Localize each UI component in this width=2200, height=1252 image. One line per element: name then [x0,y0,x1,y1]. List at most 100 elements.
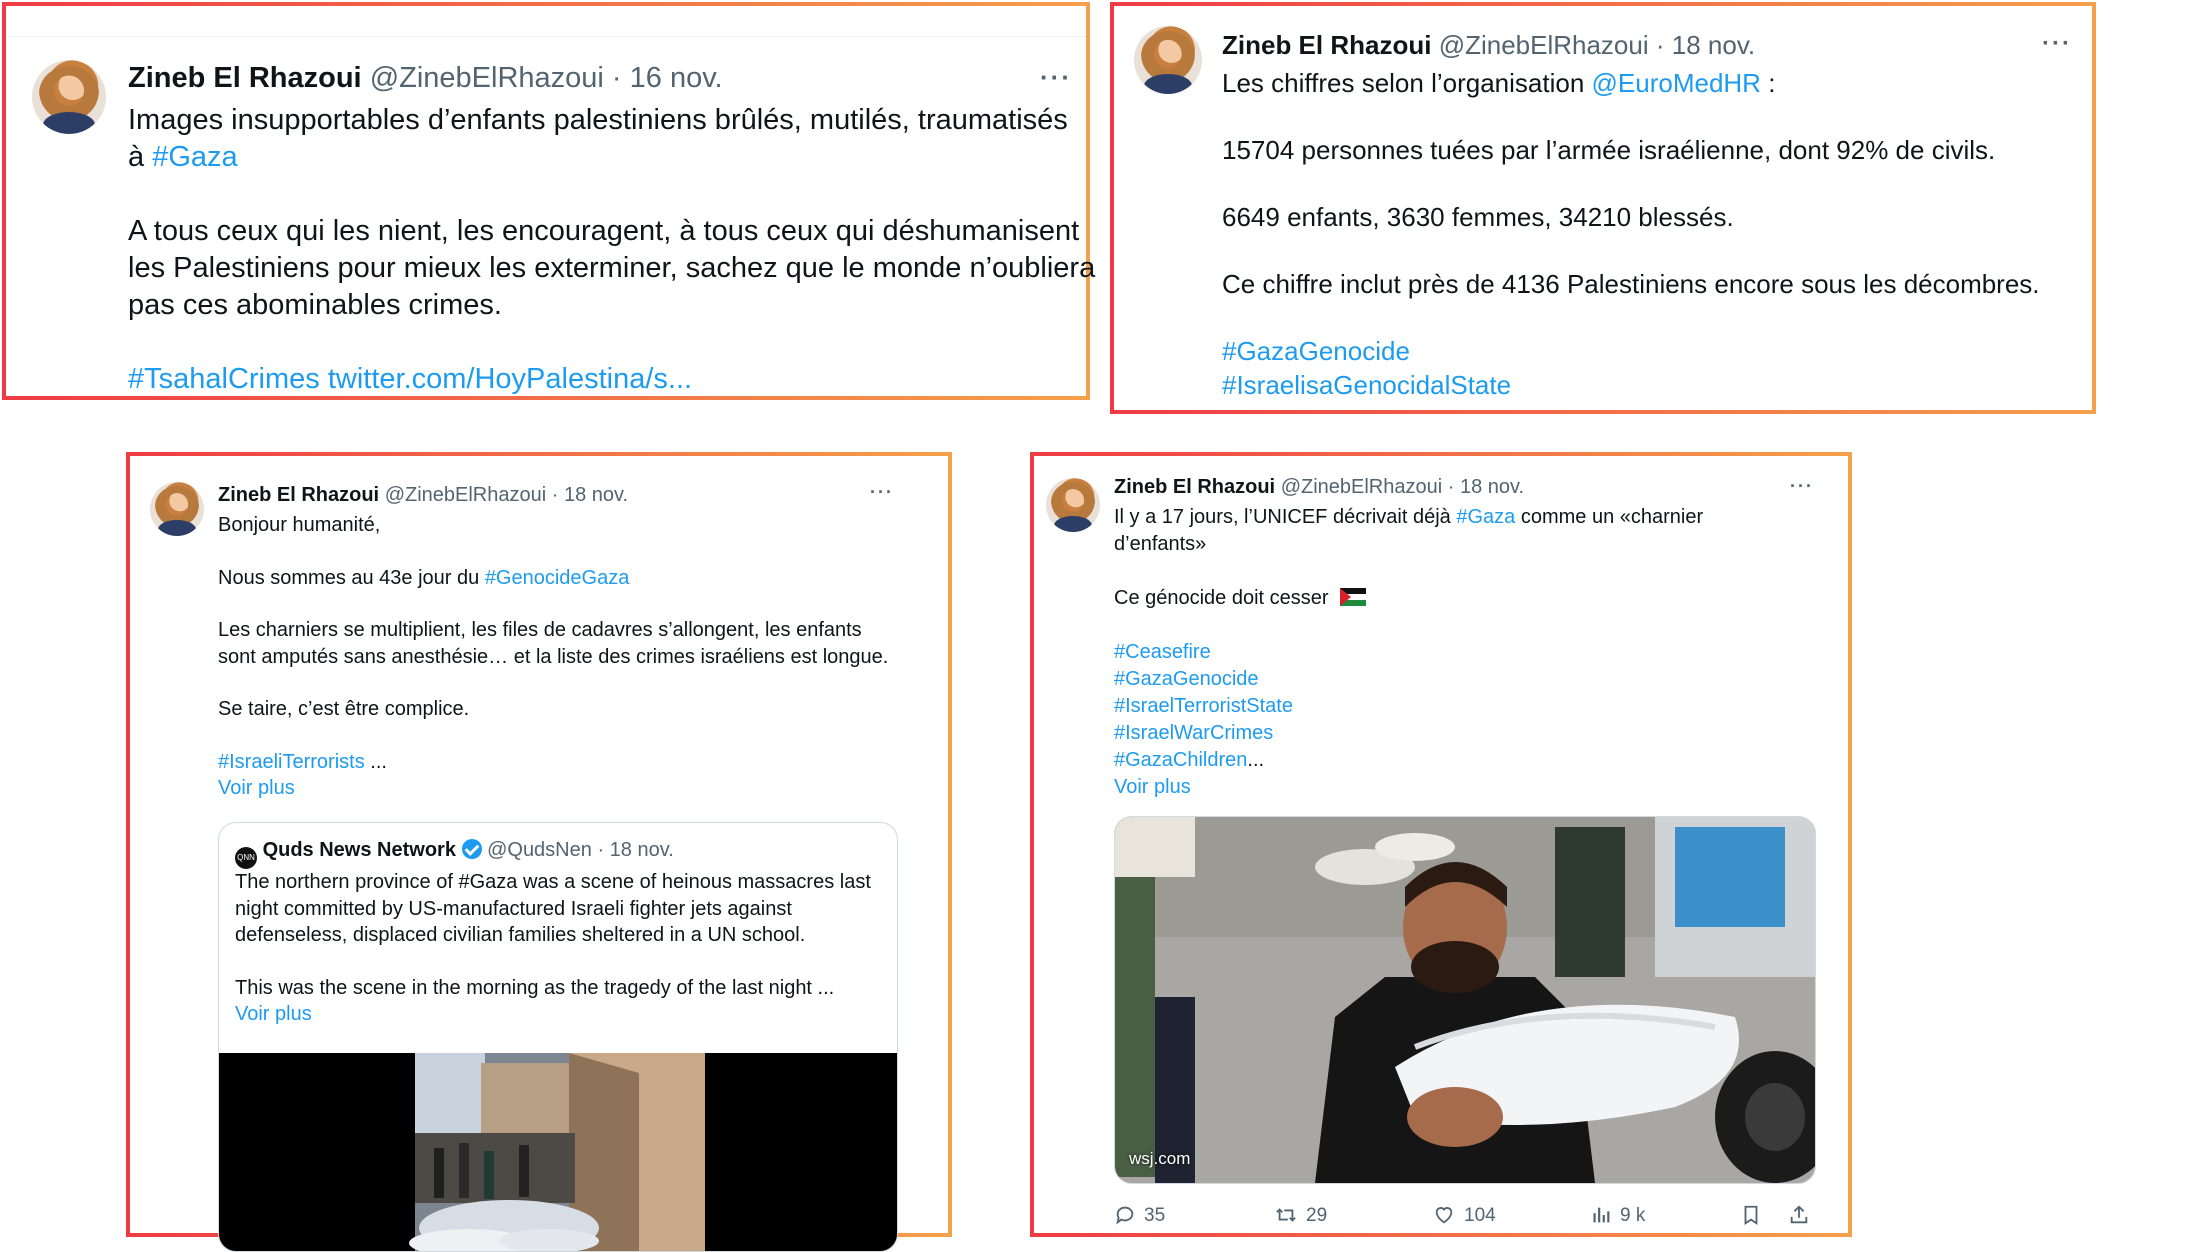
hashtag-link[interactable]: #GenocideGaza [485,567,630,589]
author-handle[interactable]: @ZinebElRhazoui [370,62,604,94]
text-line: à #Gaza [128,139,1095,176]
reply-count: 35 [1144,1205,1166,1226]
text-line: The northern province of #Gaza was a sce… [235,871,871,893]
avatar[interactable] [32,60,106,134]
author-name[interactable]: Zineb El Rhazoui [128,62,362,94]
tweet-header: Zineb El Rhazoui @ZinebElRhazoui · 18 no… [1222,30,1755,61]
text-fragment: Nous sommes au 43e jour du [218,566,485,589]
hashtag-link[interactable]: #IsraelisaGenocidalState [1222,368,2040,402]
text-line: Il y a 17 jours, l’UNICEF décrivait déjà… [1114,504,1703,531]
tweet-card-3: Zineb El Rhazoui @ZinebElRhazoui · 18 no… [126,452,952,1252]
bookmark-icon [1744,1205,1758,1225]
hashtag-link[interactable]: #GazaChildren [1114,749,1247,771]
tweet-text: Il y a 17 jours, l’UNICEF décrivait déjà… [1114,504,1703,801]
text-line: Les charniers se multiplient, les files … [218,619,862,641]
heart-icon [1435,1207,1453,1224]
text-line: d’enfants» [1114,533,1207,555]
author-handle[interactable]: @ZinebElRhazoui [1281,476,1443,498]
hashtag-url-link[interactable]: #TsahalCrimes twitter.com/HoyPalestina/s… [128,361,1095,398]
palestine-flag-icon [1340,588,1367,606]
retweet-button[interactable]: 29 [1274,1204,1327,1227]
hashtag-link[interactable]: #IsraelWarCrimes [1114,720,1703,747]
text-line: #GazaChildren... [1114,747,1703,774]
quote-video[interactable] [219,1053,897,1251]
author-name[interactable]: Zineb El Rhazoui [1114,476,1275,498]
tweet-date[interactable]: · 18 nov. [1448,476,1524,498]
video-frame-image [409,1053,705,1251]
share-button[interactable] [1788,1204,1818,1227]
quote-author-handle[interactable]: @QudsNen [487,839,592,861]
divider [6,36,1086,37]
like-count: 104 [1464,1205,1496,1226]
see-more-link[interactable]: Voir plus [235,1001,871,1028]
text-line: A tous ceux qui les nient, les encourage… [128,215,1080,247]
mention-link[interactable]: @EuroMedHR [1592,68,1761,98]
tweet-header: Zineb El Rhazoui @ZinebElRhazoui · 18 no… [218,484,628,507]
text-line: 15704 personnes tuées par l’armée israél… [1222,135,1996,165]
tweet-text: Images insupportables d’enfants palestin… [128,102,1095,398]
views-button[interactable]: 9 k [1590,1204,1645,1227]
text-line: sont amputés sans anesthésie… et la list… [218,645,889,668]
text-line: night committed by US-manufactured Israe… [235,897,792,920]
hashtag-link[interactable]: #IsraeliTerrorists [218,751,365,773]
text-line: Ce génocide doit cesser [1114,585,1703,612]
avatar[interactable] [1134,26,1202,94]
tweet-date[interactable]: · 18 nov. [1656,30,1755,60]
analytics-icon [1593,1207,1610,1223]
quoted-tweet[interactable]: QNN Quds News Network @QudsNen · 18 nov.… [218,822,898,1252]
tweet-card-4: Zineb El Rhazoui @ZinebElRhazoui · 18 no… [1030,452,1852,1237]
tweet-header: Zineb El Rhazoui @ZinebElRhazoui · 18 no… [1114,476,1524,499]
text-fragment: comme un «charnier [1515,506,1704,528]
retweet-count: 29 [1306,1205,1328,1226]
link-card-image[interactable]: wsj.com [1114,816,1816,1184]
text-line: Les chiffres selon l’organisation @EuroM… [1222,66,2040,100]
hashtag-link[interactable]: #Ceasefire [1114,639,1703,666]
text-fragment: à [128,141,153,173]
hashtag-link[interactable]: #GazaGenocide [1222,334,2040,368]
tweet-date[interactable]: · 18 nov. [552,484,628,506]
bookmark-button[interactable] [1740,1204,1770,1227]
author-name[interactable]: Zineb El Rhazoui [218,484,379,506]
share-icon [1790,1205,1808,1224]
hashtag-link[interactable]: #Gaza [1456,506,1515,528]
quote-author-name[interactable]: Quds News Network [263,839,456,861]
avatar[interactable] [1046,478,1100,532]
text-fragment: Ce génocide doit cesser [1114,587,1329,609]
tweet-date[interactable]: · 16 nov. [612,62,723,94]
like-button[interactable]: 104 [1432,1204,1496,1227]
reply-icon [1116,1206,1134,1225]
tweet-text: Les chiffres selon l’organisation @EuroM… [1222,66,2040,402]
text-line: defenseless, displaced civilian families… [235,924,806,946]
image-source-label: wsj.com [1129,1149,1191,1168]
text-fragment: Les chiffres selon l’organisation [1222,68,1592,98]
more-options-icon[interactable]: ··· [2042,30,2072,58]
text-fragment: : [1760,68,1776,98]
hashtag-link[interactable]: #IsraelTerroristState [1114,693,1703,720]
tweet-header: Zineb El Rhazoui @ZinebElRhazoui · 16 no… [128,62,723,95]
quote-text: The northern province of #Gaza was a sce… [235,869,871,1028]
text-line: This was the scene in the morning as the… [235,976,835,999]
hashtag-link[interactable]: #GazaGenocide [1114,666,1703,693]
quote-date[interactable]: · 18 nov. [597,839,673,861]
tweet-text: Bonjour humanité, Nous sommes au 43e jou… [218,512,888,802]
author-handle[interactable]: @ZinebElRhazoui [1439,30,1649,60]
text-line: Ce chiffre inclut près de 4136 Palestini… [1222,269,2040,299]
author-name[interactable]: Zineb El Rhazoui [1222,30,1431,60]
views-count: 9 k [1620,1205,1646,1226]
author-handle[interactable]: @ZinebElRhazoui [385,484,547,506]
verified-badge-icon [461,839,482,859]
reply-button[interactable]: 35 [1114,1204,1165,1227]
more-options-icon[interactable]: ··· [1040,62,1072,93]
more-options-icon[interactable]: ··· [870,482,894,503]
text-line: Images insupportables d’enfants palestin… [128,104,1068,136]
news-photo [1115,817,1815,1183]
see-more-link[interactable]: Voir plus [218,775,888,802]
text-line: Bonjour humanité, [218,514,381,536]
more-options-icon[interactable]: ··· [1790,476,1814,497]
see-more-link[interactable]: Voir plus [1114,774,1703,801]
avatar[interactable] [150,482,204,536]
text-fragment: Il y a 17 jours, l’UNICEF décrivait déjà [1114,506,1457,528]
hashtag-link[interactable]: #Gaza [152,141,237,173]
text-fragment: ... [1247,749,1265,771]
text-line: les Palestiniens pour mieux les extermin… [128,252,1096,284]
